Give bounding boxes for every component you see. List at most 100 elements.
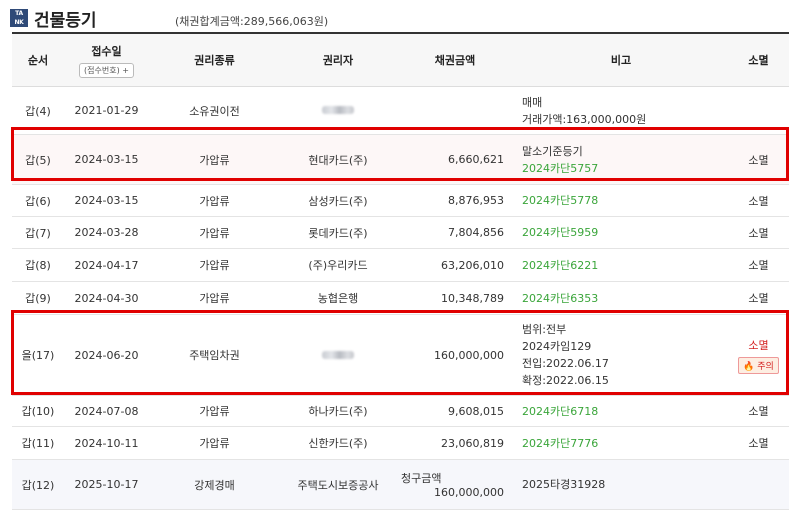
row-type: 주택임차권 — [149, 314, 280, 396]
table-row: 갑(11) 2024-10-11 가압류 신한카드(주) 23,060,819 … — [12, 426, 789, 460]
row-date: 2024-04-30 — [64, 281, 149, 315]
row-note: 매매 거래가액:163,000,000원 — [514, 86, 728, 135]
case-number-link[interactable]: 2024카단7776 — [514, 426, 728, 460]
row-extinct: 소멸 — [728, 281, 789, 315]
extinct-text: 소멸 — [748, 338, 769, 352]
receipt-number-toggle-button[interactable]: (접수번호) + — [79, 62, 134, 78]
row-date: 2024-04-17 — [64, 248, 149, 282]
logo-top-text: TA — [15, 10, 23, 17]
row-amount: 23,060,819 — [396, 426, 514, 460]
row-type: 가압류 — [149, 134, 280, 185]
case-number-link[interactable]: 2024카단6221 — [514, 248, 728, 282]
row-date: 2024-10-11 — [64, 426, 149, 460]
note-line: 거래가액:163,000,000원 — [522, 112, 647, 126]
row-date: 2025-10-17 — [64, 459, 149, 510]
table-row: 갑(7) 2024-03-28 가압류 롯데카드(주) 7,804,856 20… — [12, 216, 789, 249]
tank-logo: TA NK — [10, 9, 28, 27]
row-type: 가압류 — [149, 426, 280, 460]
row-type: 가압류 — [149, 216, 280, 249]
row-order: 갑(12) — [12, 459, 64, 510]
row-holder: 농협은행 — [280, 281, 396, 315]
row-holder: 현대카드(주) — [280, 134, 396, 185]
col-order: 순서 — [12, 32, 64, 87]
row-date: 2024-03-15 — [64, 134, 149, 185]
claim-amount-label: 청구금액 — [401, 472, 442, 485]
section-title: 건물등기 — [34, 11, 97, 31]
row-holder — [280, 314, 396, 396]
case-number-link[interactable]: 2024카단5778 — [514, 184, 728, 217]
row-date: 2024-03-28 — [64, 216, 149, 249]
col-extinct: 소멸 — [728, 32, 789, 87]
claim-amount-value: 160,000,000 — [434, 486, 504, 499]
row-order: 갑(11) — [12, 426, 64, 460]
table-row: 갑(8) 2024-04-17 가압류 (주)우리카드 63,206,010 2… — [12, 248, 789, 282]
table-row: 갑(5) 2024-03-15 가압류 현대카드(주) 6,660,621 말소… — [12, 134, 789, 185]
table-row: 갑(6) 2024-03-15 가압류 삼성카드(주) 8,876,953 20… — [12, 184, 789, 217]
logo-bottom-text: NK — [14, 19, 24, 26]
table-row: 갑(10) 2024-07-08 가압류 하나카드(주) 9,608,015 2… — [12, 395, 789, 427]
row-amount: 9,608,015 — [396, 395, 514, 427]
row-extinct: 소멸 — [728, 134, 789, 185]
row-extinct: 소멸 — [728, 426, 789, 460]
row-order: 을(17) — [12, 314, 64, 396]
row-holder: 롯데카드(주) — [280, 216, 396, 249]
row-extinct: 소멸 — [728, 395, 789, 427]
row-type: 강제경매 — [149, 459, 280, 510]
row-extinct — [728, 459, 789, 510]
col-date-label: 접수일 — [91, 44, 122, 58]
caution-badge[interactable]: 🔥 주의 — [738, 356, 779, 374]
row-type: 소유권이전 — [149, 86, 280, 135]
case-number-link[interactable]: 2024카단5959 — [514, 216, 728, 249]
row-extinct — [728, 86, 789, 135]
row-note: 2025타경31928 — [514, 459, 728, 510]
redacted-name — [322, 106, 354, 114]
row-order: 갑(4) — [12, 86, 64, 135]
col-note: 비고 — [514, 32, 728, 87]
note-line: 말소기준등기 — [522, 144, 583, 158]
section-header: TA NK 건물등기 (채권합계금액:289,566,063원) — [10, 4, 800, 31]
note-line: 전입:2022.06.17 — [522, 357, 609, 370]
row-amount: 10,348,789 — [396, 281, 514, 315]
table-row: 갑(12) 2025-10-17 강제경매 주택도시보증공사 청구금액 160,… — [12, 459, 789, 510]
row-amount: 8,876,953 — [396, 184, 514, 217]
row-order: 갑(5) — [12, 134, 64, 185]
row-amount: 160,000,000 — [396, 314, 514, 396]
row-date: 2024-07-08 — [64, 395, 149, 427]
row-order: 갑(6) — [12, 184, 64, 217]
row-note: 범위:전부 2024카임129 전입:2022.06.17 확정:2022.06… — [514, 314, 728, 396]
case-number-link[interactable]: 2024카단6353 — [514, 281, 728, 315]
row-type: 가압류 — [149, 248, 280, 282]
col-amount: 채권금액 — [396, 32, 514, 87]
note-line: 범위:전부 — [522, 323, 567, 336]
row-order: 갑(8) — [12, 248, 64, 282]
row-holder: 주택도시보증공사 — [280, 459, 396, 510]
row-holder: 삼성카드(주) — [280, 184, 396, 217]
note-line: 확정:2022.06.15 — [522, 374, 609, 387]
table-row: 갑(4) 2021-01-29 소유권이전 매매 거래가액:163,000,00… — [12, 86, 789, 135]
row-extinct: 소멸 — [728, 216, 789, 249]
table-row: 을(17) 2024-06-20 주택임차권 160,000,000 범위:전부… — [12, 314, 789, 396]
table-header-row: 순서 접수일 (접수번호) + 권리종류 권리자 채권금액 비고 소멸 — [12, 32, 789, 87]
row-type: 가압류 — [149, 395, 280, 427]
row-holder: 신한카드(주) — [280, 426, 396, 460]
row-amount — [396, 86, 514, 135]
row-holder: (주)우리카드 — [280, 248, 396, 282]
col-holder: 권리자 — [280, 32, 396, 87]
case-number-link[interactable]: 2024카단6718 — [514, 395, 728, 427]
row-date: 2024-06-20 — [64, 314, 149, 396]
row-amount: 6,660,621 — [396, 134, 514, 185]
redacted-name — [322, 350, 354, 359]
row-extinct: 소멸 🔥 주의 — [728, 314, 789, 396]
row-extinct: 소멸 — [728, 248, 789, 282]
row-holder — [280, 86, 396, 135]
row-order: 갑(10) — [12, 395, 64, 427]
caution-label: 주의 — [757, 361, 774, 372]
row-amount: 청구금액 160,000,000 — [396, 459, 514, 510]
total-amount: (채권합계금액:289,566,063원) — [175, 15, 329, 28]
row-type: 가압류 — [149, 281, 280, 315]
case-number-link[interactable]: 2024카단5757 — [522, 160, 727, 177]
col-type: 권리종류 — [149, 32, 280, 87]
row-amount: 7,804,856 — [396, 216, 514, 249]
col-date: 접수일 (접수번호) + — [64, 32, 149, 87]
row-note: 말소기준등기 2024카단5757 — [514, 134, 728, 185]
